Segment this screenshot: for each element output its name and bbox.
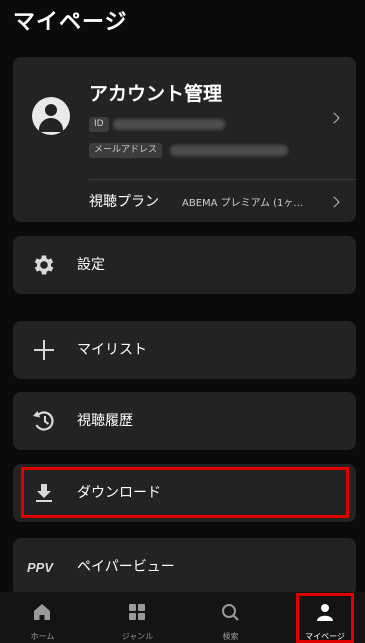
history-icon <box>33 411 54 431</box>
mypage-highlight-box <box>296 593 354 643</box>
avatar-icon <box>32 97 70 135</box>
menu-label-settings: 設定 <box>77 257 105 273</box>
email-tag: メールアドレス <box>89 143 163 158</box>
id-tag: ID <box>89 117 109 132</box>
account-management-title: アカウント管理 <box>89 83 223 105</box>
gear-icon <box>34 255 54 275</box>
nav-label-genre: ジャンル <box>121 632 154 641</box>
nav-search[interactable]: 検索 <box>194 592 267 643</box>
menu-label-mylist: マイリスト <box>77 342 147 358</box>
menu-label-history: 視聴履歴 <box>77 413 133 429</box>
nav-label-home: ホーム <box>30 632 55 641</box>
menu-label-ppv: ペイパービュー <box>77 559 175 575</box>
nav-label-search: 検索 <box>222 632 239 641</box>
plan-label[interactable]: 視聴プラン <box>89 191 159 211</box>
chevron-right-icon <box>328 112 340 124</box>
nav-home[interactable]: ホーム <box>6 592 79 643</box>
page-title: マイページ <box>13 10 128 35</box>
account-card[interactable]: アカウント管理 ID メールアドレス 視聴プラン ABEMA プレミアム (1ヶ… <box>13 57 356 222</box>
svg-text:PPV: PPV <box>27 560 54 575</box>
id-value-redacted <box>113 119 225 130</box>
menu-item-mylist[interactable]: マイリスト <box>13 321 356 379</box>
menu-item-settings[interactable]: 設定 <box>13 236 356 294</box>
home-icon <box>34 604 50 620</box>
menu-item-ppv[interactable]: PPV ペイパービュー <box>13 538 356 596</box>
search-icon <box>222 604 239 621</box>
nav-genre[interactable]: ジャンル <box>101 592 174 643</box>
chevron-right-icon <box>328 196 340 208</box>
divider <box>89 179 356 180</box>
ppv-icon: PPV <box>27 560 54 575</box>
plan-value: ABEMA プレミアム (1ヶ... <box>182 198 303 209</box>
download-highlight-box <box>21 467 349 518</box>
menu-item-history[interactable]: 視聴履歴 <box>13 392 356 450</box>
grid-icon <box>129 604 145 620</box>
email-value-redacted <box>170 145 288 156</box>
plus-icon <box>34 340 54 360</box>
